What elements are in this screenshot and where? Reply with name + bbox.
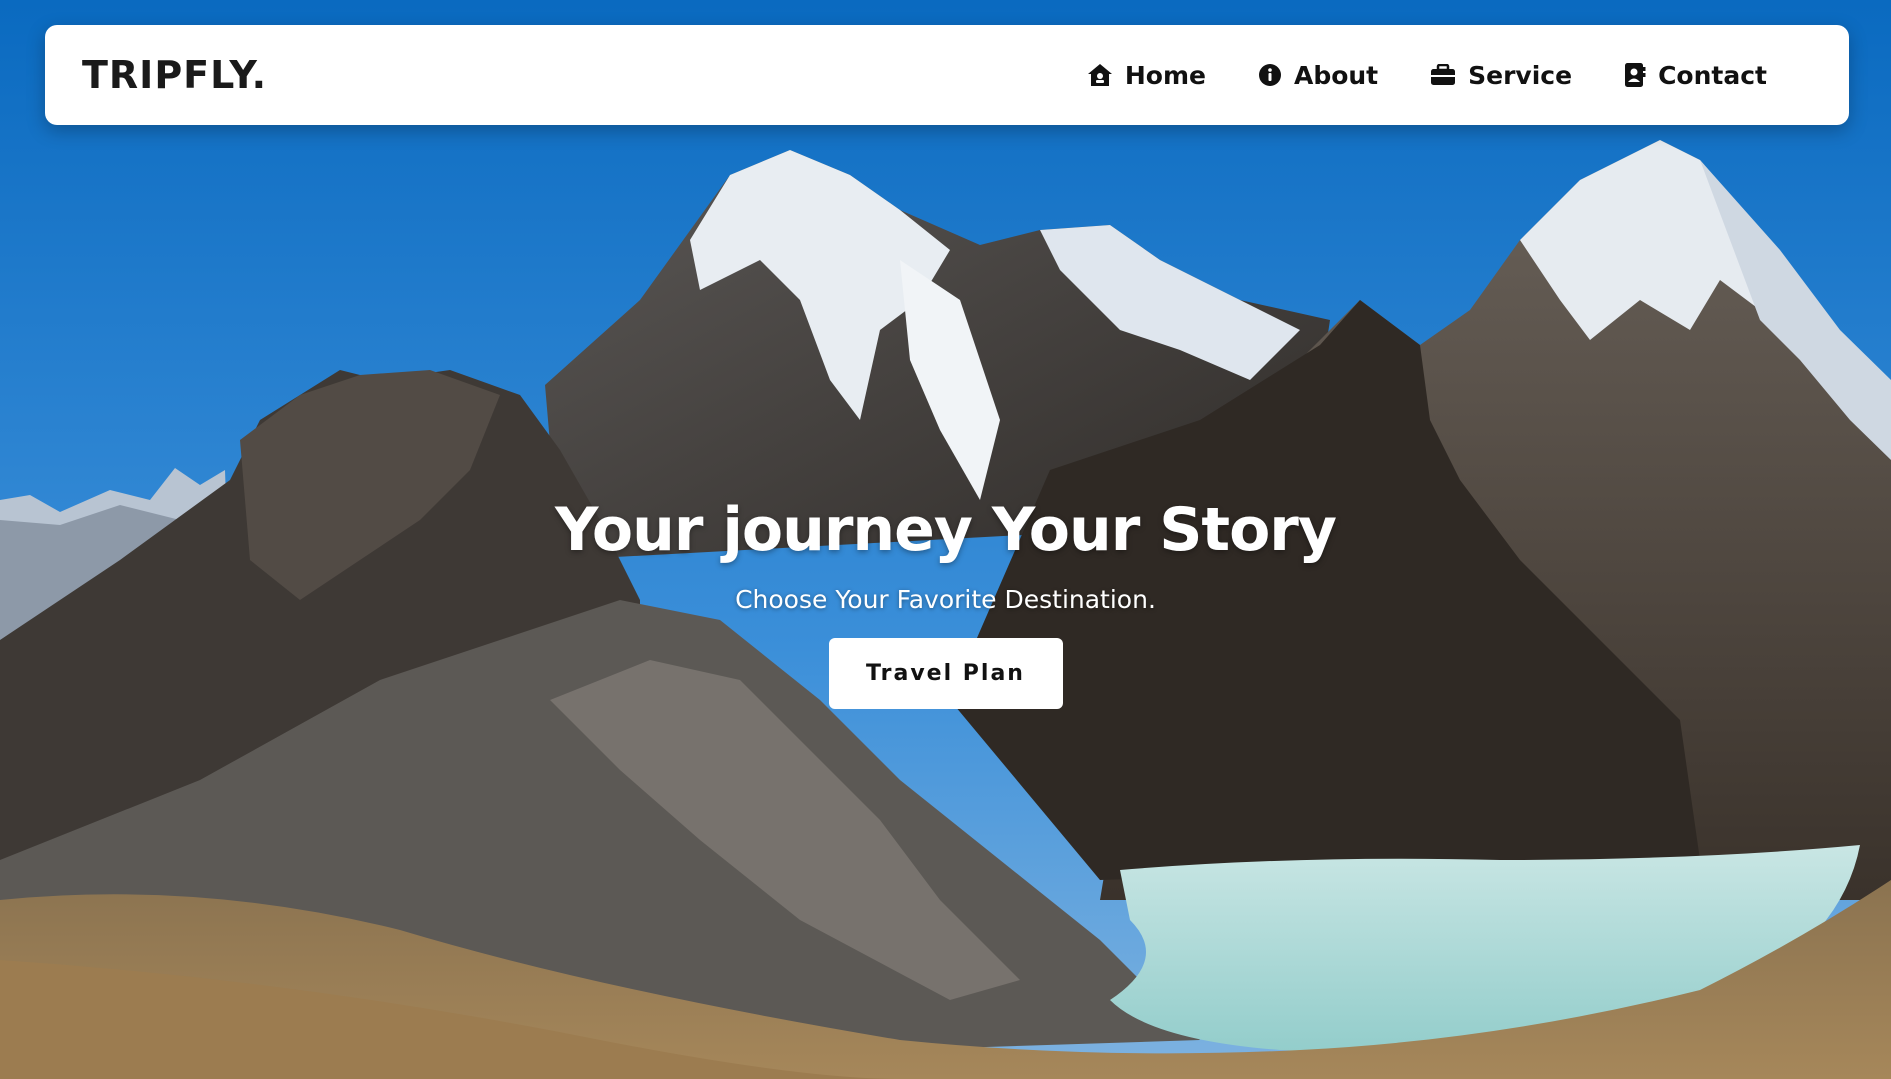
hero-content: Your journey Your Story Choose Your Favo…: [0, 495, 1891, 709]
info-icon: [1258, 64, 1281, 86]
nav-item-about[interactable]: About: [1258, 61, 1378, 90]
nav-item-label: Contact: [1658, 60, 1767, 90]
hero-subtitle: Choose Your Favorite Destination.: [735, 585, 1156, 614]
home-icon: [1087, 64, 1112, 86]
contact-card-icon: [1625, 63, 1646, 87]
travel-plan-button[interactable]: Travel Plan: [828, 638, 1063, 709]
hero-title: Your journey Your Story: [554, 495, 1337, 565]
nav-item-contact[interactable]: Contact: [1624, 61, 1767, 90]
top-navbar: TRIPFLY. Home About Service Contact: [45, 25, 1849, 125]
hero-section: TRIPFLY. Home About Service Contact Your…: [0, 0, 1891, 1079]
nav-item-label: Home: [1124, 60, 1206, 90]
nav-item-home[interactable]: Home: [1087, 61, 1206, 90]
nav-links: Home About Service Contact: [1087, 61, 1767, 90]
nav-item-label: Service: [1468, 60, 1573, 90]
nav-item-service[interactable]: Service: [1430, 61, 1572, 90]
brand-logo[interactable]: TRIPFLY.: [82, 53, 267, 97]
nav-item-label: About: [1293, 60, 1379, 90]
briefcase-icon: [1431, 64, 1456, 85]
